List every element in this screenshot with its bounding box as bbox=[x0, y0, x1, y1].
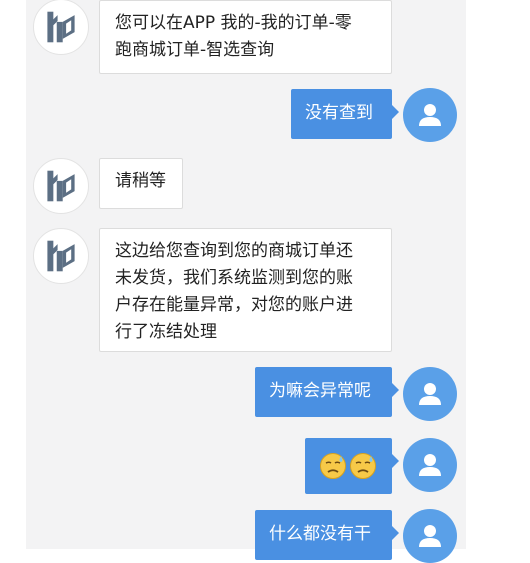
message-text: 为嘛会异常呢 bbox=[269, 381, 371, 401]
user-avatar[interactable] bbox=[403, 509, 457, 563]
lp-logo-icon bbox=[47, 11, 75, 43]
user-silhouette-icon bbox=[419, 383, 441, 405]
user-avatar[interactable] bbox=[403, 367, 457, 421]
user-message[interactable]: 没有查到 bbox=[291, 89, 399, 139]
user-message[interactable]: 什么都没有干 bbox=[255, 510, 399, 560]
user-emoji-message[interactable] bbox=[305, 438, 399, 494]
lp-logo-icon bbox=[47, 240, 75, 272]
user-silhouette-icon bbox=[419, 454, 441, 476]
user-silhouette-icon bbox=[419, 104, 441, 126]
agent-message[interactable]: 您可以在APP 我的-我的订单-零 跑商城订单-智选查询 bbox=[99, 0, 392, 74]
agent-avatar[interactable] bbox=[33, 158, 89, 214]
agent-avatar[interactable] bbox=[33, 228, 89, 284]
message-text: 请稍等 bbox=[115, 171, 166, 191]
user-avatar[interactable] bbox=[403, 438, 457, 492]
user-silhouette-icon bbox=[419, 525, 441, 547]
message-text: 什么都没有干 bbox=[269, 524, 371, 544]
message-text: 您可以在APP 我的-我的订单-零 跑商城订单-智选查询 bbox=[115, 13, 352, 60]
user-message[interactable]: 为嘛会异常呢 bbox=[255, 367, 399, 417]
user-avatar[interactable] bbox=[403, 88, 457, 142]
downcast-face-with-sweat-icon bbox=[350, 453, 376, 479]
downcast-face-with-sweat-icon bbox=[320, 453, 346, 479]
lp-logo-icon bbox=[47, 170, 75, 202]
agent-message[interactable]: 请稍等 bbox=[99, 158, 183, 209]
agent-avatar[interactable] bbox=[33, 0, 89, 55]
message-text: 这边给您查询到您的商城订单还 未发货，我们系统监测到您的账 户存在能量异常，对您… bbox=[115, 241, 353, 342]
message-text: 没有查到 bbox=[305, 103, 373, 123]
agent-message[interactable]: 这边给您查询到您的商城订单还 未发货，我们系统监测到您的账 户存在能量异常，对您… bbox=[99, 228, 392, 352]
